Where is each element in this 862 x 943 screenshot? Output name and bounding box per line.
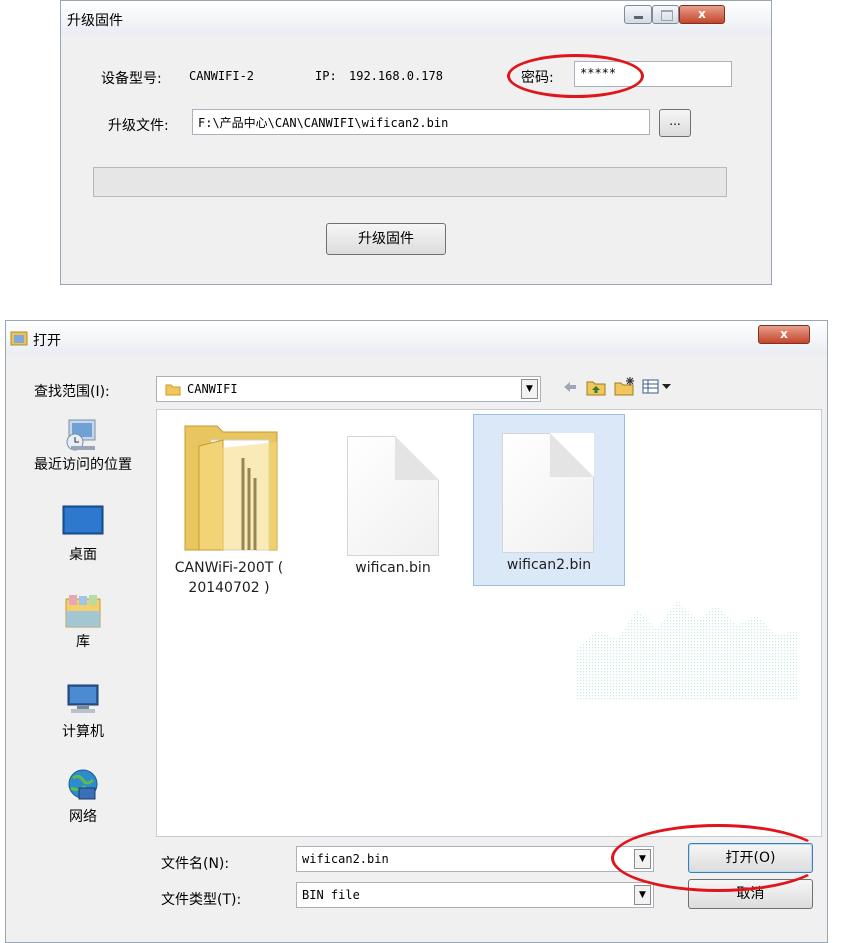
file-type-value: BIN file xyxy=(302,888,360,902)
document-icon xyxy=(502,433,594,553)
password-highlight-circle xyxy=(507,54,644,98)
open-button-highlight-circle xyxy=(611,824,825,892)
place-network[interactable]: 网络 xyxy=(21,768,145,838)
folder-icon xyxy=(184,425,278,551)
file-list: CANWiFi-200T ( 20140702 ) wifican.bin wi… xyxy=(156,409,822,837)
page-fold xyxy=(395,436,439,480)
close-button[interactable]: x xyxy=(679,5,725,24)
page-fold xyxy=(550,433,594,477)
file-item-wifican2-selected[interactable]: wifican2.bin xyxy=(473,414,625,586)
open-dialog-app-icon xyxy=(10,331,28,346)
ip-value: 192.168.0.178 xyxy=(349,69,443,83)
place-recent[interactable]: 最近访问的位置 xyxy=(21,416,145,496)
file-name: wifican2.bin xyxy=(506,557,592,573)
file-type-combobox[interactable]: BIN file ▼ xyxy=(296,882,654,908)
upgrade-dialog-title: 升级固件 xyxy=(67,13,123,29)
place-library[interactable]: 库 xyxy=(21,593,145,663)
minimize-button[interactable] xyxy=(624,5,652,24)
open-file-dialog: 打开 x 查找范围(I): CANWIFI ▼ 最近访问的位置 桌面 库 计算机… xyxy=(5,320,828,943)
file-type-label: 文件类型(T): xyxy=(161,892,242,908)
folder-small-icon xyxy=(165,384,181,396)
browse-button[interactable]: ... xyxy=(659,109,691,137)
place-desktop[interactable]: 桌面 xyxy=(21,504,145,574)
places-bar: 最近访问的位置 桌面 库 计算机 网络 xyxy=(21,408,145,838)
close-icon: x xyxy=(780,327,788,341)
place-computer[interactable]: 计算机 xyxy=(21,681,145,751)
file-name-combobox[interactable]: wifican2.bin ▼ xyxy=(296,846,654,872)
computer-icon xyxy=(67,684,99,713)
file-name: wifican.bin xyxy=(355,560,431,576)
open-dialog-close-button[interactable]: x xyxy=(758,325,810,344)
file-item-folder[interactable]: CANWiFi-200T ( 20140702 ) xyxy=(159,414,299,604)
place-network-label: 网络 xyxy=(69,809,97,825)
place-desktop-label: 桌面 xyxy=(69,547,97,563)
watermark-pattern xyxy=(577,600,797,700)
close-icon: x xyxy=(698,7,706,21)
look-in-label: 查找范围(I): xyxy=(34,384,110,400)
place-recent-label: 最近访问的位置 xyxy=(34,457,132,473)
place-computer-label: 计算机 xyxy=(62,724,104,740)
up-folder-icon[interactable] xyxy=(586,378,606,396)
minimize-icon xyxy=(634,16,643,19)
file-item-wifican[interactable]: wifican.bin xyxy=(333,414,453,584)
upgrade-progress-bar xyxy=(93,167,727,197)
place-library-label: 库 xyxy=(76,634,90,650)
document-icon xyxy=(347,436,439,556)
upgrade-firmware-button[interactable]: 升级固件 xyxy=(326,223,446,255)
look-in-value: CANWIFI xyxy=(187,382,238,396)
file-name-label: 文件名(N): xyxy=(161,856,230,872)
new-folder-icon[interactable] xyxy=(614,376,636,396)
open-dialog-titlebar: 打开 x xyxy=(6,321,827,355)
maximize-button[interactable] xyxy=(652,5,679,24)
upgrade-file-input[interactable]: F:\产品中心\CAN\CANWIFI\wifican2.bin xyxy=(192,109,650,135)
ip-label: IP: xyxy=(315,69,337,83)
look-in-combobox[interactable]: CANWIFI ▼ xyxy=(156,376,541,402)
file-type-dropdown-arrow[interactable]: ▼ xyxy=(634,885,651,905)
upgrade-file-label: 升级文件: xyxy=(108,118,169,134)
maximize-icon xyxy=(661,10,673,21)
upgrade-dialog-titlebar: 升级固件 x xyxy=(61,1,771,35)
device-model-value: CANWIFI-2 xyxy=(189,69,255,83)
desktop-icon xyxy=(62,505,104,535)
back-icon[interactable] xyxy=(562,379,578,395)
file-name-line1: CANWiFi-200T ( xyxy=(174,560,284,576)
library-icon xyxy=(65,595,101,628)
recent-places-icon xyxy=(66,419,96,451)
view-menu-icon[interactable] xyxy=(642,379,674,395)
device-model-label: 设备型号: xyxy=(101,71,162,87)
file-name-line2: 20140702 ) xyxy=(188,580,270,596)
network-icon xyxy=(68,769,98,800)
look-in-dropdown-arrow[interactable]: ▼ xyxy=(521,379,538,399)
open-dialog-title: 打开 xyxy=(33,333,61,349)
upgrade-firmware-dialog: 升级固件 x 设备型号: CANWIFI-2 IP: 192.168.0.178… xyxy=(60,0,772,285)
file-name-input[interactable]: wifican2.bin xyxy=(302,852,389,866)
